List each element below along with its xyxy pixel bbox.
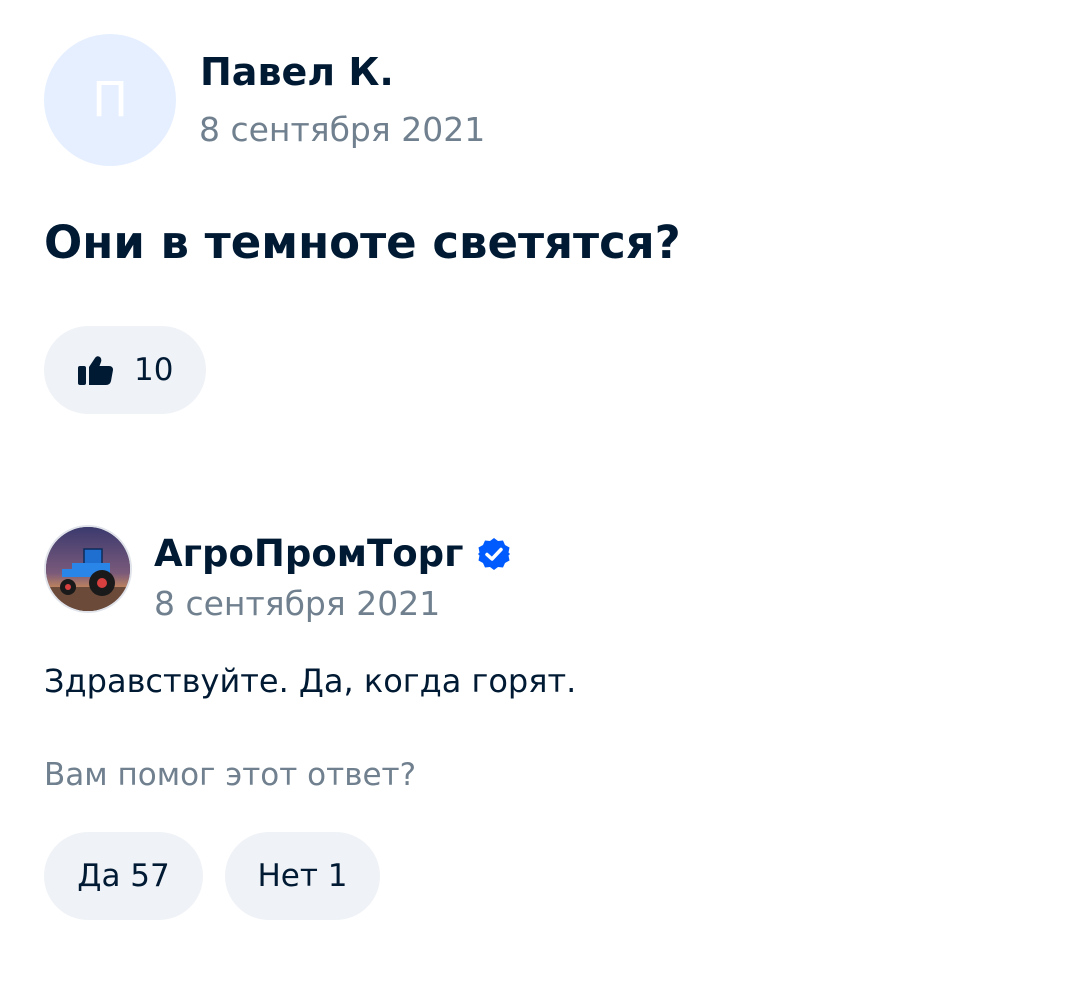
question-date: 8 сентября 2021 — [199, 110, 486, 149]
like-button[interactable]: 10 — [44, 326, 206, 414]
author-avatar: П — [44, 34, 176, 166]
answer-date: 8 сентября 2021 — [154, 584, 441, 623]
tractor-photo — [46, 527, 130, 611]
answer-text: Здравствуйте. Да, когда горят. — [44, 662, 577, 700]
helpful-prompt: Вам помог этот ответ? — [44, 757, 417, 793]
answer-author-name: АгроПромТорг — [154, 532, 464, 575]
vote-no-button[interactable]: Нет 1 — [225, 832, 380, 920]
like-count: 10 — [134, 352, 174, 388]
question-author-name: Павел К. — [200, 50, 394, 94]
thumbs-up-icon — [78, 355, 114, 385]
seller-avatar — [44, 525, 132, 613]
verified-check-icon — [477, 537, 511, 571]
question-text: Они в темноте светятся? — [44, 216, 681, 269]
answer-author: АгроПромТорг — [154, 532, 511, 575]
vote-yes-button[interactable]: Да 57 — [44, 832, 203, 920]
